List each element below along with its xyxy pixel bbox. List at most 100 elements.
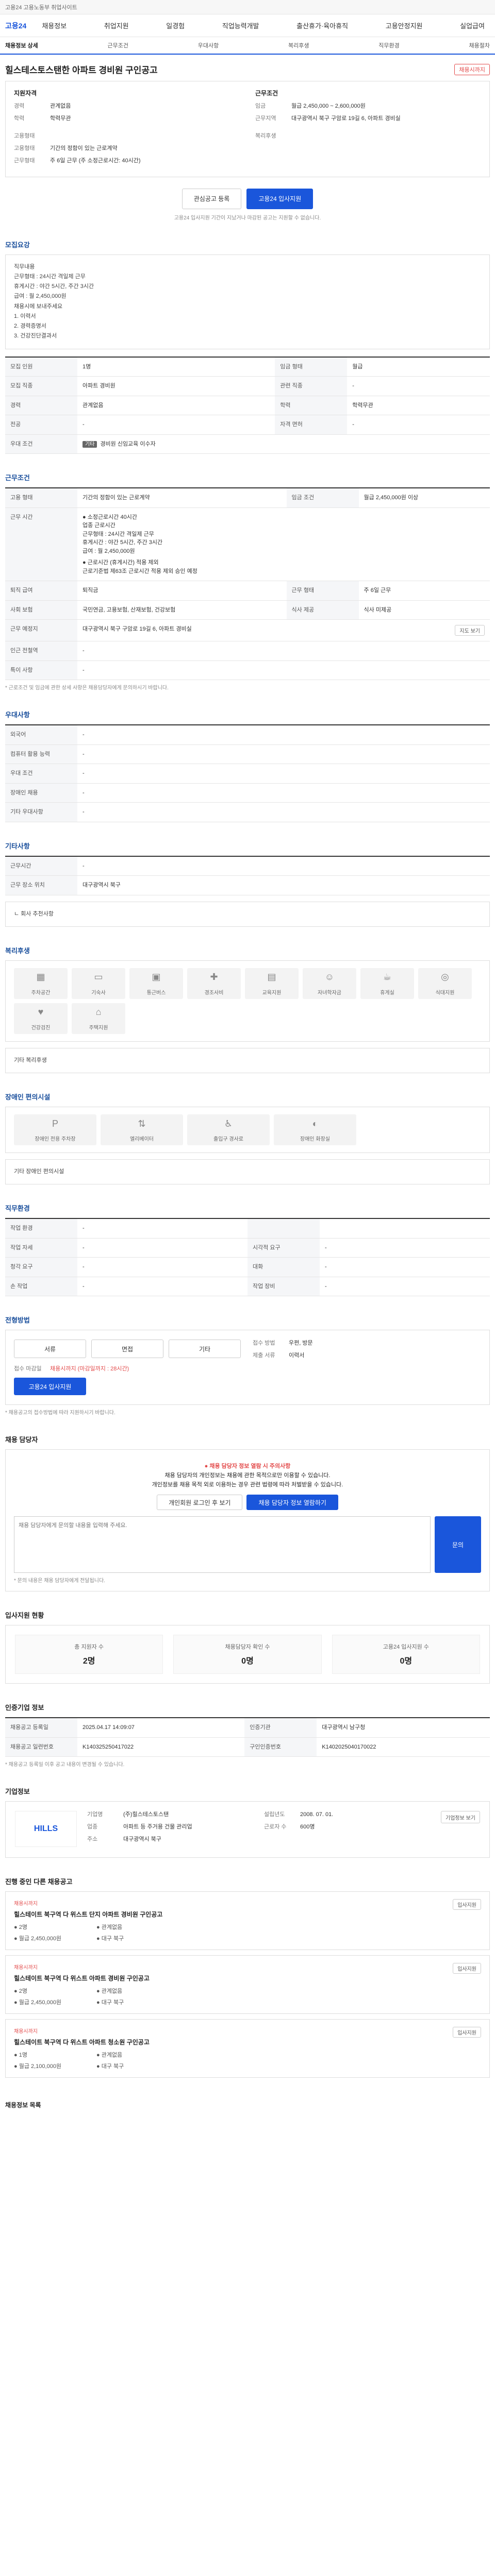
disability-label-3: 장애인 화장실 [300,1137,330,1143]
benefits-box: ▦ 주차공간 ▭ 기숙사 ▣ 통근버스 ✚ 경조사비 ▤ 교육지원 ☺ 자녀학자금 ☕ 휴게실… [5,960,490,1042]
subnav-item-2[interactable]: 우대사항 [198,41,219,49]
benefit-label-5: 자녀학자금 [318,990,341,996]
job-name-1[interactable]: 힐스테이트 북구역 다 위스트 아파트 경비원 구인공고 [14,1974,169,1982]
apply-button[interactable]: 고용24 입사지원 [246,188,314,209]
contact-line-1: 개인정보를 채용 목적 외로 이용하는 경우 관련 법령에 따라 처벌받을 수 … [152,1481,343,1488]
subnav-item-5[interactable]: 채용절차 [469,41,489,49]
rt-k-3: 전공 [5,415,77,435]
job-meta-2d: ● 대구 북구 [96,2063,124,2070]
contact-line-0: 채용 담당자의 개인정보는 채용에 관한 목적으로만 이용할 수 있습니다. [164,1472,331,1479]
desc-line-7: 2. 경력증명서 [14,323,46,330]
disability-icons: P 장애인 전용 주차장 ⇅ 엘리베이터 ♿ 출입구 경사로 ◐ 장애인 화장실 [14,1114,481,1146]
stat-label-1: 채용담당자 확인 수 [225,1644,270,1651]
scrap-button[interactable]: 관심공고 등록 [182,188,242,209]
section-title-contact: 채용 담당자 [5,1436,38,1444]
apply-box: 서류 면접 기타 접수 마감일 채용시까지 (마감일까지 : 28시간) 고용24… [5,1330,490,1405]
section-title-benefits: 복리후생 [5,946,30,955]
ct-k2-0: 임금 조건 [286,488,359,508]
child-icon: ☺ [324,972,335,982]
job-meta-1d: ● 대구 북구 [96,1999,124,2006]
contact-login-button[interactable]: 개인회원 로그인 후 보기 [157,1495,243,1511]
rt-k2-0: 임금 형태 [275,357,348,377]
gnb-item-1[interactable]: 취업지원 [104,21,129,30]
subnav-item-4[interactable]: 직무환경 [378,41,399,49]
job-meta-1a: ● 2명 [14,1988,27,1994]
et-k-0: 작업 환경 [5,1218,77,1239]
value-employees: 600명 [300,1824,315,1831]
job-name-0[interactable]: 힐스테이트 북구역 다 위스트 단지 아파트 경비원 구인공고 [14,1910,169,1919]
pay-line-4: 급여 : 월 2,450,000원 [82,548,135,554]
gnb-item-3[interactable]: 직업능력개발 [222,21,259,30]
benefit-card-4: ▤ 교육지원 [245,968,299,999]
map-button[interactable]: 지도 보기 [455,625,485,636]
label-location: 근무지역 [255,115,276,122]
apply-online-button[interactable]: 고용24 입사지원 [14,1378,86,1396]
section-company: 기업정보 HILLS 기업명 (주)힐스테스토스탠 업종 아파트 등 주거용 건물 … [0,1786,495,1858]
cup-icon: ☕ [383,972,392,982]
job-item-2[interactable]: 채용시까지 힐스테이트 북구역 다 위스트 아파트 청소원 구인공고 ● 1명 ●… [5,2019,490,2078]
job-apply-0[interactable]: 입사지원 [453,1899,481,1910]
section-title-other: 기타사항 [5,842,30,850]
method-visit-button[interactable]: 기타 [169,1340,241,1359]
method-email-button[interactable]: 서류 [14,1340,86,1359]
ct-k2-3: 식사 제공 [286,600,359,620]
method-fax-button[interactable]: 면접 [91,1340,163,1359]
rt-v2-0: 월급 [347,357,490,377]
ot-k-0: 근무시간 [5,856,77,876]
info-table: 채용공고 등록일 2025.04.17 14:09:07 인증기관 대구광역시 남구청… [5,1717,490,1757]
disability-label-1: 엘리베이터 [130,1137,154,1143]
qt-v-0: - [77,725,490,745]
rt-v2-1: - [347,376,490,396]
desc-line-0: 직무내용 [14,263,35,270]
desc-line-3: 급여 : 월 2,450,000원 [14,293,67,300]
gnb-item-4[interactable]: 출산휴가·육아휴직 [296,21,348,30]
contact-message: ● 채용 담당자 정보 열람 시 주의사항 채용 담당자의 개인정보는 채용에 … [14,1462,481,1489]
job-name-2[interactable]: 힐스테이트 북구역 다 위스트 아파트 청소원 구인공고 [14,2038,169,2046]
job-item-1[interactable]: 채용시까지 힐스테이트 북구역 다 위스트 아파트 경비원 구인공고 ● 2명 ●… [5,1955,490,2014]
label-career: 경력 [14,103,25,109]
benefit-label-4: 교육지원 [262,990,282,996]
company-info-button[interactable]: 기업정보 보기 [441,1811,481,1824]
qa-submit-button[interactable]: 문의 [435,1516,481,1573]
gnb-item-0[interactable]: 채용정보 [42,21,67,30]
info-note: * 채용공고 등록일 이후 공고 내용이 변경될 수 있습니다. [5,1762,125,1768]
gnb-item-5[interactable]: 고용안정지원 [386,21,423,30]
stat-label-0: 총 지원자 수 [74,1644,104,1651]
building-icon: ▦ [36,972,45,982]
ct-k-3: 사회 보험 [5,600,77,620]
qt-v-2: - [77,764,490,784]
job-meta-0b: ● 관계없음 [96,1924,123,1930]
gnb-item-2[interactable]: 일경험 [166,21,185,30]
section-other-jobs: 진행 중인 다른 채용공고 채용시까지 힐스테이트 북구역 다 위스트 단지 아… [0,1876,495,2078]
footer-link[interactable]: 채용정보 목록 [0,2093,495,2116]
ct-v-4: 대구광역시 북구 구암로 19길 6, 아파트 경비실 [82,626,192,633]
desc-line-8: 3. 건강진단결과서 [14,333,57,340]
value-docs: 이력서 [289,1352,305,1359]
contact-view-button[interactable]: 채용 담당자 정보 열람하기 [246,1495,338,1511]
benefits-icons: ▦ 주차공간 ▭ 기숙사 ▣ 통근버스 ✚ 경조사비 ▤ 교육지원 ☺ 자녀학자금 ☕ 휴게실… [14,968,481,1034]
gnb-item-6[interactable]: 실업급여 [460,21,485,30]
section-title-qualification: 우대사항 [5,711,30,719]
job-item-0[interactable]: 채용시까지 힐스테이트 북구역 다 위스트 단지 아파트 경비원 구인공고 ● … [5,1891,490,1950]
value-founded: 2008. 07. 01. [300,1811,334,1818]
et-v-1: - [77,1238,248,1258]
subnav-item-1[interactable]: 근무조건 [108,41,128,49]
ct-k-4: 근무 예정지 [5,619,77,642]
job-apply-2[interactable]: 입사지원 [453,2026,481,2038]
section-contact: 채용 담당자 ● 채용 담당자 정보 열람 시 주의사항 채용 담당자의 개인정… [0,1434,495,1592]
label-company-name: 기업명 [87,1811,103,1818]
benefit-label-6: 휴게실 [380,990,394,996]
job-apply-1[interactable]: 입사지원 [453,1962,481,1974]
stats-box: 총 지원자 수 2명 채용담당자 확인 수 0명 고용24 입사지원 수 0명 [5,1625,490,1684]
subnav-item-0[interactable]: 채용정보 상세 [5,41,38,49]
desc-line-5: 채용시에 보내주세요 [14,303,63,310]
subnav-item-3[interactable]: 복리후생 [288,41,309,49]
job-meta-1c: ● 월급 2,450,000원 [14,1999,62,2006]
section-disability: 장애인 편의시설 P 장애인 전용 주차장 ⇅ 엘리베이터 ♿ 출입구 경사로 ◐ 장애… [0,1092,495,1185]
qa-textarea[interactable] [14,1516,431,1573]
ct-k-6: 특이 사항 [5,660,77,681]
value-employment: 기간의 정함이 있는 근로계약 [50,145,118,151]
et-v2-2: - [320,1257,490,1277]
et-v2-0 [320,1218,490,1239]
site-logo[interactable]: 고용24 [5,21,26,31]
